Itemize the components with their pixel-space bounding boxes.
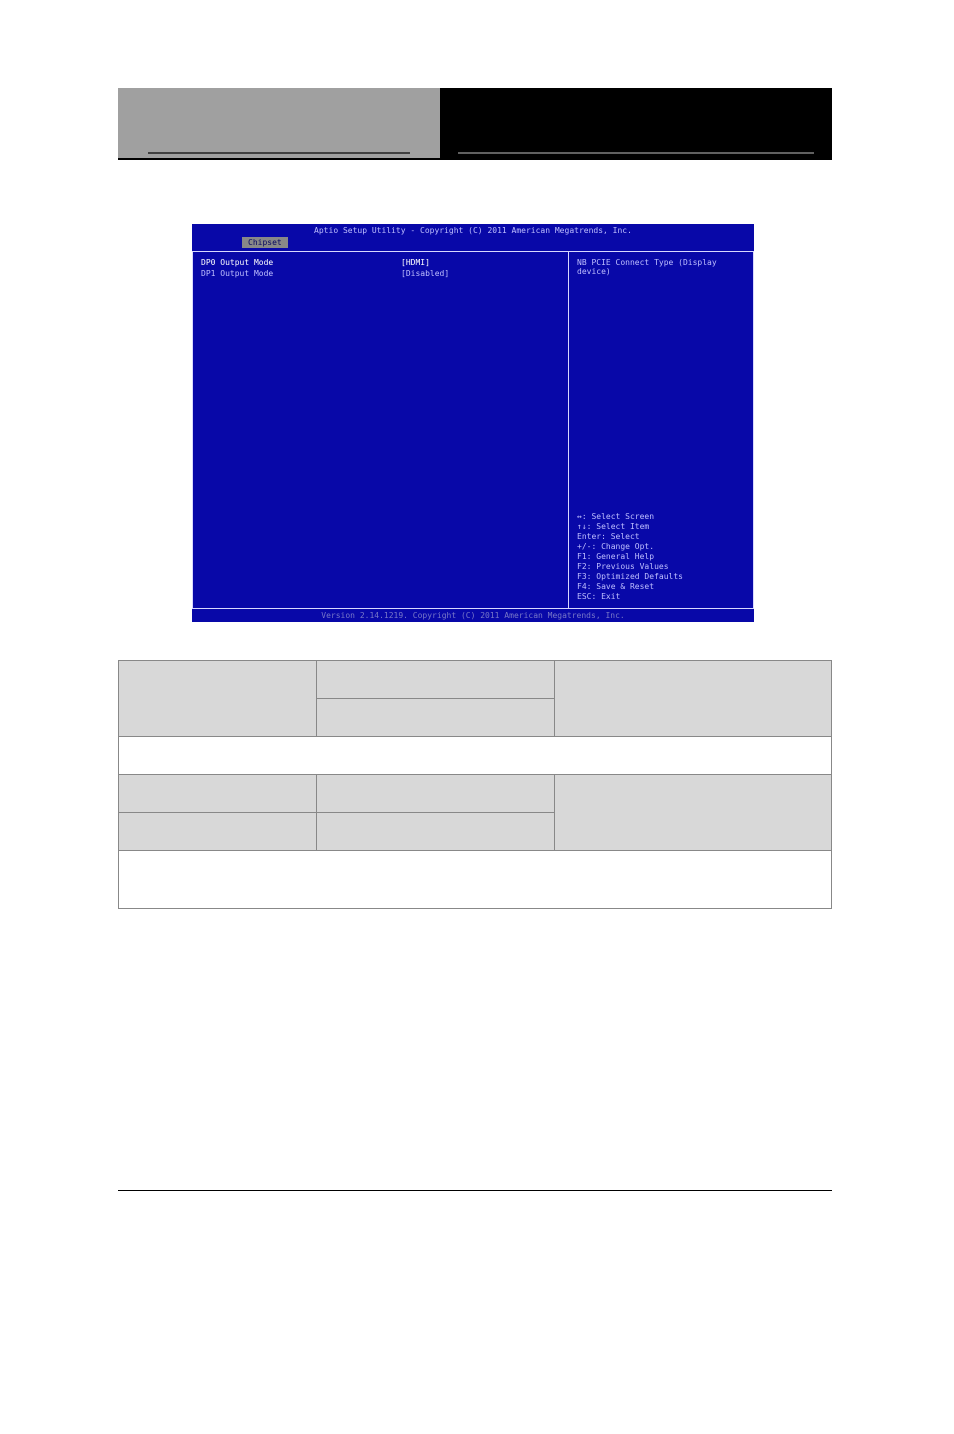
help-key-line: F3: Optimized Defaults	[577, 572, 745, 581]
bios-footer: Version 2.14.1219. Copyright (C) 2011 Am…	[192, 609, 754, 622]
table-cell	[555, 661, 832, 737]
help-key-line: ↔: Select Screen	[577, 512, 745, 521]
help-key-line: Enter: Select	[577, 532, 745, 541]
table-cell	[119, 851, 832, 909]
footer-rule	[118, 1190, 832, 1191]
help-key-line: F4: Save & Reset	[577, 582, 745, 591]
help-key-line: F2: Previous Values	[577, 562, 745, 571]
table-cell	[119, 737, 832, 775]
table-cell	[317, 699, 555, 737]
bios-help-description: NB PCIE Connect Type (Display device)	[577, 258, 745, 276]
bios-screenshot: Aptio Setup Utility - Copyright (C) 2011…	[192, 224, 754, 628]
tab-chipset[interactable]: Chipset	[242, 237, 288, 248]
table-cell	[119, 661, 317, 737]
bios-tab-bar: Chipset	[192, 237, 754, 251]
table-cell	[317, 661, 555, 699]
setting-value[interactable]: [Disabled]	[401, 269, 449, 278]
bios-help-keys: ↔: Select Screen ↑↓: Select Item Enter: …	[577, 512, 745, 602]
table-cell	[119, 813, 317, 851]
table-cell	[317, 775, 555, 813]
setting-row[interactable]: DP0 Output Mode [HDMI]	[201, 258, 560, 267]
setting-label: DP0 Output Mode	[201, 258, 401, 267]
bios-help-pane: NB PCIE Connect Type (Display device) ↔:…	[568, 251, 754, 609]
bios-title: Aptio Setup Utility - Copyright (C) 2011…	[192, 224, 754, 237]
setting-label: DP1 Output Mode	[201, 269, 401, 278]
table-cell	[119, 775, 317, 813]
table-cell	[555, 775, 832, 851]
help-key-line: F1: General Help	[577, 552, 745, 561]
help-key-line: ↑↓: Select Item	[577, 522, 745, 531]
setting-value[interactable]: [HDMI]	[401, 258, 430, 267]
bios-settings-pane: DP0 Output Mode [HDMI] DP1 Output Mode […	[192, 251, 568, 609]
header-black-section	[440, 88, 832, 160]
info-table	[118, 660, 832, 909]
setting-row[interactable]: DP1 Output Mode [Disabled]	[201, 269, 560, 278]
bios-body: DP0 Output Mode [HDMI] DP1 Output Mode […	[192, 251, 754, 609]
page-header	[118, 88, 832, 160]
table-cell	[317, 813, 555, 851]
header-gray-section	[118, 88, 440, 160]
help-key-line: +/-: Change Opt.	[577, 542, 745, 551]
help-key-line: ESC: Exit	[577, 592, 745, 601]
